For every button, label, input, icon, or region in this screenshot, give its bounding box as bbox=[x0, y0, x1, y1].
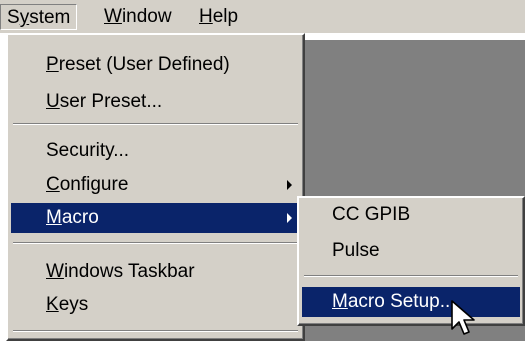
macro-submenu: CC GPIB Pulse Macro Setup... bbox=[297, 196, 525, 326]
menu-bar: System Window Help bbox=[0, 0, 525, 33]
menu-window[interactable]: Window bbox=[98, 4, 178, 30]
menu-system[interactable]: System bbox=[0, 4, 78, 30]
menu-item-configure[interactable]: Configure bbox=[11, 170, 300, 200]
menu-separator bbox=[13, 330, 298, 332]
submenu-arrow-icon bbox=[287, 213, 292, 223]
menu-help[interactable]: Help bbox=[193, 4, 244, 30]
menu-item-cc-gpib[interactable]: CC GPIB bbox=[302, 200, 520, 230]
system-menu-dropdown: Preset (User Defined) User Preset... Sec… bbox=[6, 33, 305, 341]
menu-separator bbox=[13, 123, 298, 125]
menu-separator bbox=[13, 242, 298, 244]
arrow-pointer-icon bbox=[451, 300, 475, 335]
menu-item-macro-setup[interactable]: Macro Setup... bbox=[302, 287, 520, 317]
menu-item-pulse[interactable]: Pulse bbox=[302, 236, 520, 266]
menu-item-preset-user-defined[interactable]: Preset (User Defined) bbox=[11, 50, 300, 80]
menu-separator bbox=[304, 275, 518, 277]
menu-item-security[interactable]: Security... bbox=[11, 136, 300, 166]
submenu-arrow-icon bbox=[287, 180, 292, 190]
menu-item-keys[interactable]: Keys bbox=[11, 290, 300, 320]
menu-item-macro[interactable]: Macro bbox=[11, 203, 300, 233]
menu-item-user-preset[interactable]: User Preset... bbox=[11, 87, 300, 117]
menu-item-windows-taskbar[interactable]: Windows Taskbar bbox=[11, 257, 300, 287]
